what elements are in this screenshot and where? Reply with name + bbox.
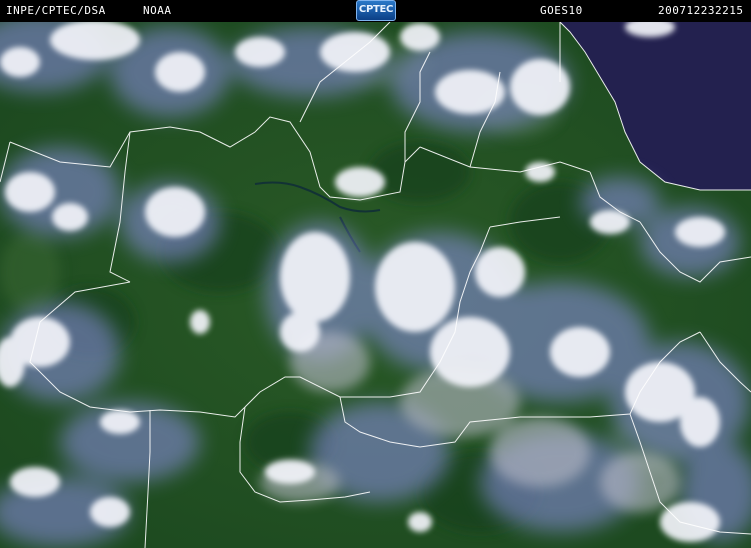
timestamp-label: 200712232215 — [658, 4, 744, 17]
cptec-logo: CPTEC — [356, 0, 396, 21]
noaa-label: NOAA — [143, 4, 172, 17]
logo-text: CPTEC — [358, 4, 394, 15]
satellite-image-frame: INPE/CPTEC/DSA NOAA CPTEC GOES10 2007122… — [0, 0, 751, 548]
agency-label: INPE/CPTEC/DSA — [6, 4, 106, 17]
satellite-imagery — [0, 22, 751, 548]
image-header-bar: INPE/CPTEC/DSA NOAA CPTEC GOES10 2007122… — [0, 0, 751, 22]
satellite-label: GOES10 — [540, 4, 583, 17]
